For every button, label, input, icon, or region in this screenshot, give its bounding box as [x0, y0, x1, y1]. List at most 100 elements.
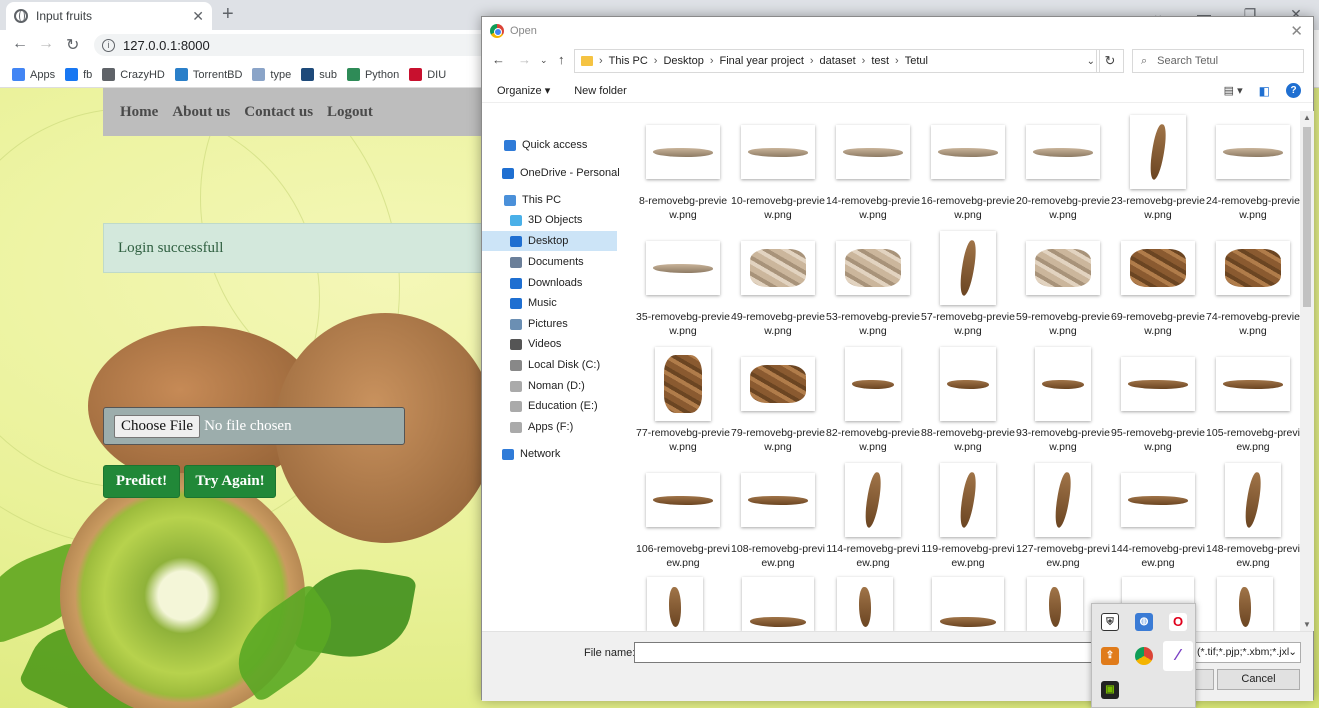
nav-item[interactable]: Network: [502, 444, 560, 464]
choose-file-button[interactable]: Choose File: [114, 414, 201, 438]
organize-button[interactable]: Organize ▾: [497, 84, 550, 97]
file-item[interactable]: 127-removebg-preview.png: [1016, 461, 1110, 573]
nav-item[interactable]: Pictures: [510, 314, 568, 334]
dialog-close-icon[interactable]: ✕: [1290, 22, 1303, 40]
tab-close-icon[interactable]: ✕: [192, 8, 204, 25]
forward-icon[interactable]: →: [518, 52, 531, 67]
open-button[interactable]: [1194, 669, 1214, 690]
try-again-button[interactable]: Try Again!: [184, 465, 276, 498]
nav-item[interactable]: Downloads: [510, 273, 582, 293]
opera-icon[interactable]: O: [1169, 613, 1187, 631]
breadcrumb-item[interactable]: This PC: [609, 55, 648, 67]
breadcrumb-item[interactable]: Final year project: [720, 55, 804, 67]
browser-tab[interactable]: Input fruits ✕: [6, 2, 212, 30]
file-item[interactable]: 59-removebg-preview.png: [1016, 229, 1110, 341]
search-input[interactable]: ⌕ Search Tetul: [1132, 49, 1304, 73]
nav-about-link[interactable]: About us: [172, 104, 230, 121]
file-item[interactable]: 35-removebg-preview.png: [636, 229, 730, 341]
breadcrumb-item[interactable]: dataset: [820, 55, 856, 67]
file-thumbnail[interactable]: [742, 577, 814, 631]
bookmark-item[interactable]: fb: [65, 68, 92, 81]
file-item[interactable]: 106-removebg-preview.png: [636, 461, 730, 573]
bookmark-item[interactable]: sub: [301, 68, 337, 81]
windows-security-icon[interactable]: ⛨: [1101, 613, 1119, 631]
path-bar[interactable]: › This PC › Desktop › Final year project…: [574, 49, 1100, 73]
file-item[interactable]: 20-removebg-preview.png: [1016, 113, 1110, 225]
file-input[interactable]: Choose File No file chosen: [103, 407, 405, 445]
help-icon[interactable]: ?: [1286, 83, 1301, 98]
bookmark-item[interactable]: CrazyHD: [102, 68, 165, 81]
file-item[interactable]: 69-removebg-preview.png: [1111, 229, 1205, 341]
file-thumbnail[interactable]: [1217, 577, 1273, 631]
file-item[interactable]: 82-removebg-preview.png: [826, 345, 920, 457]
bookmark-item[interactable]: Python: [346, 68, 399, 81]
bookmark-item[interactable]: type: [252, 68, 291, 81]
nav-item[interactable]: This PC: [504, 190, 561, 210]
nav-item[interactable]: Apps (F:): [510, 417, 573, 437]
scroll-up-icon[interactable]: ▲: [1303, 113, 1311, 122]
address-bar[interactable]: i 127.0.0.1:8000: [94, 34, 494, 56]
nav-item[interactable]: Music: [510, 293, 557, 313]
file-item[interactable]: 95-removebg-preview.png: [1111, 345, 1205, 457]
breadcrumb-item[interactable]: Tetul: [905, 55, 928, 67]
file-item[interactable]: 49-removebg-preview.png: [731, 229, 825, 341]
file-item[interactable]: 108-removebg-preview.png: [731, 461, 825, 573]
file-item[interactable]: 93-removebg-preview.png: [1016, 345, 1110, 457]
reload-icon[interactable]: ↻: [66, 35, 79, 55]
file-item[interactable]: 148-removebg-preview.png: [1206, 461, 1300, 573]
nav-item[interactable]: Noman (D:): [510, 376, 585, 396]
preview-pane-icon[interactable]: ◧: [1259, 84, 1270, 98]
nav-item[interactable]: Desktop: [482, 231, 617, 251]
new-folder-button[interactable]: New folder: [574, 85, 627, 97]
file-item[interactable]: 23-removebg-preview.png: [1111, 113, 1205, 225]
change-view-icon[interactable]: ▤ ▾: [1224, 84, 1243, 97]
file-thumbnail[interactable]: [932, 577, 1004, 631]
file-item[interactable]: 53-removebg-preview.png: [826, 229, 920, 341]
file-item[interactable]: 10-removebg-preview.png: [731, 113, 825, 225]
file-item[interactable]: 24-removebg-preview.png: [1206, 113, 1300, 225]
bookmark-item[interactable]: TorrentBD: [174, 68, 242, 81]
bookmark-item[interactable]: DIU: [409, 68, 446, 81]
scrollbar-thumb[interactable]: [1303, 127, 1311, 307]
nav-item[interactable]: Local Disk (C:): [510, 355, 600, 375]
pen-icon[interactable]: ⁄: [1163, 641, 1193, 671]
file-item[interactable]: 77-removebg-preview.png: [636, 345, 730, 457]
nav-logout-link[interactable]: Logout: [327, 104, 373, 121]
nav-item[interactable]: Education (E:): [510, 396, 598, 416]
nav-item[interactable]: 3D Objects: [510, 210, 582, 230]
forward-icon[interactable]: →: [38, 35, 54, 53]
new-tab-button[interactable]: +: [222, 3, 234, 26]
file-item[interactable]: 57-removebg-preview.png: [921, 229, 1015, 341]
file-thumbnail[interactable]: [837, 577, 893, 631]
network-globe-icon[interactable]: ◍: [1135, 613, 1153, 631]
back-icon[interactable]: ←: [492, 52, 505, 67]
back-icon[interactable]: ←: [12, 35, 28, 53]
file-thumbnail[interactable]: [1027, 577, 1083, 631]
file-item[interactable]: 8-removebg-preview.png: [637, 113, 729, 225]
nvidia-icon[interactable]: ▣: [1101, 681, 1119, 699]
up-icon[interactable]: ↑: [558, 52, 565, 67]
file-item[interactable]: 119-removebg-preview.png: [921, 461, 1015, 573]
file-item[interactable]: 74-removebg-preview.png: [1206, 229, 1300, 341]
file-item[interactable]: 114-removebg-preview.png: [826, 461, 920, 573]
cancel-button[interactable]: Cancel: [1217, 669, 1300, 690]
file-thumbnail[interactable]: [647, 577, 703, 631]
nav-item[interactable]: Documents: [510, 252, 584, 272]
breadcrumb-item[interactable]: test: [871, 55, 889, 67]
nav-contact-link[interactable]: Contact us: [244, 104, 313, 121]
vertical-scrollbar[interactable]: ▲ ▼: [1300, 111, 1314, 631]
file-name-input[interactable]: [634, 642, 1094, 663]
recent-locations-icon[interactable]: ⌄: [540, 55, 548, 66]
file-item[interactable]: 88-removebg-preview.png: [921, 345, 1015, 457]
file-item[interactable]: 105-removebg-preview.png: [1206, 345, 1300, 457]
file-item[interactable]: 79-removebg-preview.png: [731, 345, 825, 457]
file-item[interactable]: 16-removebg-preview.png: [921, 113, 1015, 225]
bookmark-item[interactable]: Apps: [12, 68, 55, 81]
file-item[interactable]: 144-removebg-preview.png: [1111, 461, 1205, 573]
chrome-icon[interactable]: [1135, 647, 1153, 665]
app-updater-icon[interactable]: ⇪: [1101, 647, 1119, 665]
nav-item[interactable]: Videos: [510, 334, 561, 354]
breadcrumb-item[interactable]: Desktop: [663, 55, 703, 67]
file-item[interactable]: 14-removebg-preview.png: [826, 113, 920, 225]
refresh-icon[interactable]: ↻: [1096, 49, 1124, 73]
